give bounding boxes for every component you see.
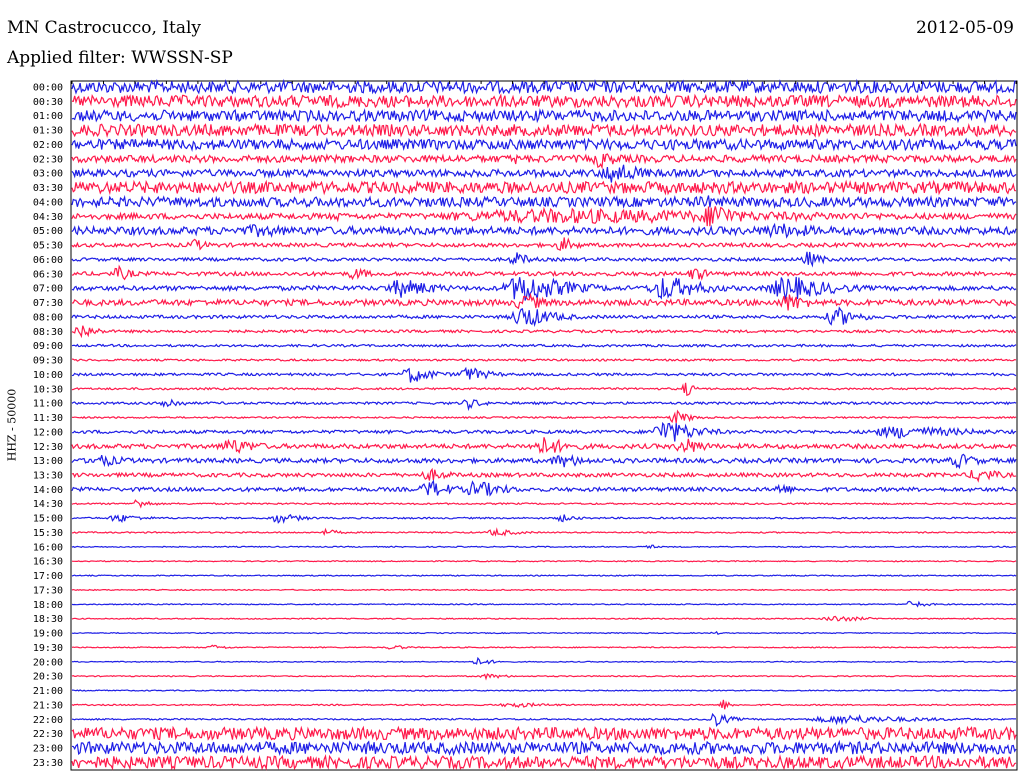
time-label: 01:30 [33,126,63,137]
trace-1130 [71,409,1017,424]
time-label: 06:30 [33,269,63,280]
trace-1430 [71,499,1017,509]
trace-0400 [71,194,1017,210]
time-label: 21:00 [33,686,63,697]
helicorder-plot: 00:00 00:30 01:00 01:30 02:00 02:30 03:00 03:30… [33,78,1018,771]
time-label: 19:30 [33,643,63,654]
time-label: 14:30 [33,499,63,510]
trace-1400 [71,479,1017,497]
time-label: 22:00 [33,715,63,726]
trace-0730 [71,292,1017,311]
trace-0830 [71,325,1017,339]
time-label: 03:00 [33,169,63,180]
trace-2130 [71,699,1017,710]
time-label: 04:30 [33,212,63,223]
time-label: 04:00 [33,198,63,209]
trace-1830 [71,615,1017,622]
time-label: 10:00 [33,370,63,381]
time-label-group: 00:00 00:30 01:00 01:30 02:00 02:30 03:00 03:30… [33,83,63,769]
time-label: 15:00 [33,514,63,525]
trace-0500 [71,222,1017,239]
trace-1530 [71,527,1017,537]
trace-0930 [71,358,1017,363]
time-label: 12:30 [33,442,63,453]
trace-0130 [71,122,1017,139]
plot-frame [70,80,1018,771]
trace-0200 [71,137,1017,152]
time-label: 21:30 [33,700,63,711]
trace-1900 [71,630,1016,635]
time-label: 09:00 [33,341,63,352]
trace-1500 [71,514,1017,524]
time-label: 23:00 [33,744,63,755]
time-label: 03:30 [33,183,63,194]
time-label: 05:00 [33,226,63,237]
time-label: 07:00 [33,284,63,295]
trace-0700 [71,276,1017,301]
time-label: 13:00 [33,456,63,467]
trace-0630 [71,264,1017,281]
time-label: 17:00 [33,571,63,582]
trace-1700 [71,574,1017,577]
trace-group [71,78,1017,771]
trace-0330 [71,179,1017,196]
trace-0100 [71,107,1017,124]
time-label: 23:30 [33,758,63,769]
time-label: 15:30 [33,528,63,539]
time-label: 08:00 [33,312,63,323]
trace-2000 [71,656,1017,665]
trace-1100 [71,398,1017,412]
trace-2030 [71,673,1017,681]
trace-0430 [71,206,1017,227]
trace-0600 [71,251,1017,268]
time-label: 16:00 [33,542,63,553]
time-label: 19:00 [33,629,63,640]
time-label: 18:00 [33,600,63,611]
trace-0030 [71,93,1017,110]
trace-0230 [71,153,1017,170]
time-label: 09:30 [33,356,63,367]
trace-0800 [71,306,1017,328]
trace-1000 [71,366,1017,383]
time-label: 20:00 [33,657,63,668]
trace-1330 [71,467,1017,483]
trace-2230 [71,725,1017,742]
time-label: 16:30 [33,557,63,568]
trace-1800 [71,600,1017,608]
time-label: 01:00 [33,111,63,122]
trace-1230 [71,437,1017,455]
trace-1300 [71,453,1017,470]
trace-1630 [71,559,1017,563]
time-label: 10:30 [33,384,63,395]
time-label: 00:30 [33,97,63,108]
time-label: 00:00 [33,83,63,94]
trace-0900 [71,343,1017,348]
time-label: 11:30 [33,413,63,424]
trace-2200 [71,712,1016,727]
time-label: 12:00 [33,427,63,438]
time-label: 22:30 [33,729,63,740]
trace-0530 [71,237,1017,251]
time-label: 07:30 [33,298,63,309]
trace-1600 [71,544,1017,550]
time-label: 06:00 [33,255,63,266]
time-label: 17:30 [33,586,63,597]
time-label: 02:30 [33,154,63,165]
trace-2330 [71,754,1017,771]
trace-1030 [71,382,1017,397]
trace-2300 [71,739,1017,757]
trace-1730 [71,588,1016,592]
time-label: 18:30 [33,614,63,625]
time-label: 02:00 [33,140,63,151]
trace-2100 [72,689,1016,692]
trace-1930 [71,644,1017,650]
time-label: 14:00 [33,485,63,496]
time-label: 13:30 [33,471,63,482]
time-label: 05:30 [33,241,63,252]
time-label: 08:30 [33,327,63,338]
trace-0300 [71,164,1017,183]
time-label: 11:00 [33,399,63,410]
time-label: 20:30 [33,672,63,683]
